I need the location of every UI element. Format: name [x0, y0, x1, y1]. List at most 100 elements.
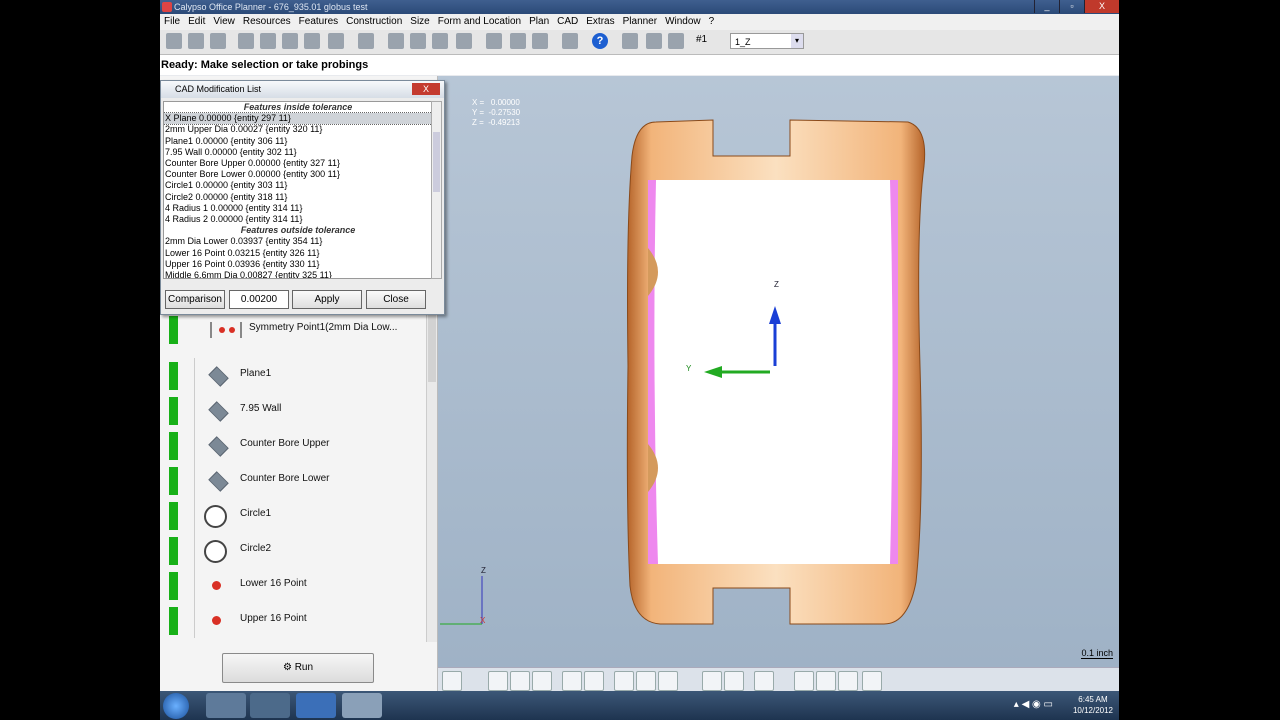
- cmm-icon[interactable]: [622, 33, 638, 49]
- report-icon[interactable]: [510, 33, 526, 49]
- close-window-button[interactable]: X: [1084, 0, 1119, 13]
- rotate-view-icon[interactable]: [658, 671, 678, 691]
- stylus-icon[interactable]: [410, 33, 426, 49]
- close-button[interactable]: Close: [366, 290, 426, 309]
- cad-viewport[interactable]: X = 0.00000 Y = -0.27530 Z = -0.49213 Z: [438, 76, 1119, 667]
- chevron-down-icon[interactable]: ▾: [791, 34, 803, 48]
- feature-row[interactable]: Counter Bore Lower: [160, 463, 427, 498]
- menu-planner[interactable]: Planner: [619, 14, 661, 30]
- reset-icon[interactable]: [668, 33, 684, 49]
- axis-view-icon[interactable]: [754, 671, 774, 691]
- list-item[interactable]: 4 Radius 2 0.00000 {entity 314 11}: [164, 214, 432, 225]
- menu-form-location[interactable]: Form and Location: [434, 14, 525, 30]
- shaded-icon[interactable]: [532, 671, 552, 691]
- zoom-window-icon[interactable]: [838, 671, 858, 691]
- run-button[interactable]: ⚙ Run: [222, 653, 374, 683]
- delete-icon[interactable]: [646, 33, 662, 49]
- tools-icon[interactable]: [456, 33, 472, 49]
- zoom-in-icon[interactable]: [816, 671, 836, 691]
- modification-list[interactable]: Features inside tolerance X Plane 0.0000…: [163, 101, 433, 279]
- maximize-button[interactable]: ▫: [1059, 0, 1084, 13]
- menu-help[interactable]: ?: [705, 14, 719, 30]
- zoom-out-icon[interactable]: [794, 671, 814, 691]
- menu-plan[interactable]: Plan: [525, 14, 553, 30]
- dialog-close-icon[interactable]: X: [412, 83, 440, 95]
- probe-icon[interactable]: [388, 33, 404, 49]
- open-icon[interactable]: [188, 33, 204, 49]
- menu-edit[interactable]: Edit: [184, 14, 209, 30]
- list-item[interactable]: Lower 16 Point 0.03215 {entity 326 11}: [164, 248, 432, 259]
- list-item[interactable]: Circle1 0.00000 {entity 303 11}: [164, 180, 432, 191]
- apply-button[interactable]: Apply: [292, 290, 362, 309]
- copy-icon[interactable]: [260, 33, 276, 49]
- save-icon[interactable]: [210, 33, 226, 49]
- help-icon[interactable]: ?: [592, 33, 608, 49]
- menu-view[interactable]: View: [209, 14, 239, 30]
- select-mode-icon[interactable]: [442, 671, 462, 691]
- edit-icon[interactable]: [304, 33, 320, 49]
- hidden-line-icon[interactable]: [510, 671, 530, 691]
- list-item[interactable]: Circle2 0.00000 {entity 318 11}: [164, 192, 432, 203]
- start-button[interactable]: [163, 693, 189, 719]
- list-item[interactable]: Upper 16 Point 0.03936 {entity 330 11}: [164, 259, 432, 270]
- triad-z-label: Z: [481, 566, 486, 575]
- symmetry-row[interactable]: Symmetry Point1(2mm Dia Low...: [160, 312, 427, 347]
- clock[interactable]: 6:45 AM 10/12/2012: [1073, 694, 1113, 716]
- calypso-taskbar-icon[interactable]: [342, 693, 382, 718]
- media-player-icon[interactable]: [250, 693, 290, 718]
- solid-icon[interactable]: [584, 671, 604, 691]
- list-item[interactable]: 7.95 Wall 0.00000 {entity 302 11}: [164, 147, 432, 158]
- scroll-thumb[interactable]: [428, 312, 436, 382]
- zoom-fit-icon[interactable]: [862, 671, 882, 691]
- view-cube-icon[interactable]: [562, 671, 582, 691]
- undo-icon[interactable]: [328, 33, 344, 49]
- list-item[interactable]: Counter Bore Lower 0.00000 {entity 300 1…: [164, 169, 432, 180]
- menu-window[interactable]: Window: [661, 14, 705, 30]
- dialog-scrollbar[interactable]: [431, 101, 442, 279]
- rotate-left-icon[interactable]: [702, 671, 722, 691]
- rotate-icon[interactable]: [432, 33, 448, 49]
- menu-size[interactable]: Size: [406, 14, 433, 30]
- explorer-icon[interactable]: [206, 693, 246, 718]
- pan-icon[interactable]: [614, 671, 634, 691]
- dialog-title-bar[interactable]: CAD Modification List X: [161, 81, 444, 98]
- menu-extras[interactable]: Extras: [582, 14, 618, 30]
- wireframe-icon[interactable]: [488, 671, 508, 691]
- menu-features[interactable]: Features: [295, 14, 342, 30]
- print-icon[interactable]: [486, 33, 502, 49]
- find-icon[interactable]: [358, 33, 374, 49]
- list-icon[interactable]: [532, 33, 548, 49]
- list-item[interactable]: Middle 6.6mm Dia 0.00827 {entity 325 11}: [164, 270, 432, 278]
- ie-icon[interactable]: [296, 693, 336, 718]
- list-item[interactable]: Counter Bore Upper 0.00000 {entity 327 1…: [164, 158, 432, 169]
- new-icon[interactable]: [166, 33, 182, 49]
- list-item[interactable]: 4 Radius 1 0.00000 {entity 314 11}: [164, 203, 432, 214]
- rotate-right-icon[interactable]: [724, 671, 744, 691]
- list-item[interactable]: 2mm Dia Lower 0.03937 {entity 354 11}: [164, 236, 432, 247]
- menu-file[interactable]: File: [160, 14, 184, 30]
- scroll-thumb[interactable]: [433, 132, 440, 192]
- comparison-value-field[interactable]: 0.00200: [229, 290, 289, 309]
- list-item[interactable]: 2mm Upper Dia 0.00027 {entity 320 11}: [164, 124, 432, 135]
- alignment-combo[interactable]: 1_Z ▾: [730, 33, 804, 49]
- feature-scrollbar[interactable]: [426, 312, 437, 642]
- feature-row[interactable]: 7.95 Wall: [160, 393, 427, 428]
- list-item[interactable]: X Plane 0.00000 {entity 297 11}: [164, 112, 432, 126]
- cut-icon[interactable]: [238, 33, 254, 49]
- menu-resources[interactable]: Resources: [239, 14, 295, 30]
- menu-cad[interactable]: CAD: [553, 14, 582, 30]
- feature-row[interactable]: Counter Bore Upper: [160, 428, 427, 463]
- tray-icons[interactable]: ▴ ◀ ◉ ▭: [1014, 699, 1053, 710]
- paste-icon[interactable]: [282, 33, 298, 49]
- lock-icon[interactable]: [562, 33, 578, 49]
- minimize-button[interactable]: _: [1034, 0, 1059, 13]
- feature-row[interactable]: Plane1: [160, 358, 427, 393]
- menu-construction[interactable]: Construction: [342, 14, 406, 30]
- comparison-button[interactable]: Comparison: [165, 290, 225, 309]
- feature-row[interactable]: Circle2: [160, 533, 427, 568]
- hand-icon[interactable]: [636, 671, 656, 691]
- feature-row[interactable]: Lower 16 Point: [160, 568, 427, 603]
- feature-row[interactable]: Circle1: [160, 498, 427, 533]
- feature-row[interactable]: Upper 16 Point: [160, 603, 427, 638]
- list-item[interactable]: Plane1 0.00000 {entity 306 11}: [164, 136, 432, 147]
